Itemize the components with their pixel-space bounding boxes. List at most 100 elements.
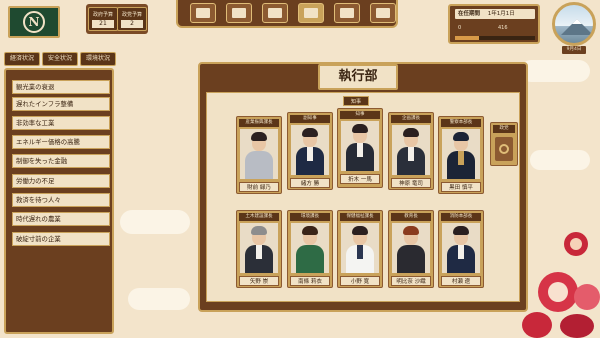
member-portrait: [341, 223, 379, 273]
cabinet-icon: [268, 8, 282, 18]
member-card[interactable]: 消防本部長 村瀬 遼: [438, 210, 484, 288]
tab-economy[interactable]: 経済状況: [4, 52, 40, 66]
member-role: 教育長: [391, 213, 431, 221]
chief-tag: 知事: [343, 96, 369, 106]
city-tool-button[interactable]: [190, 3, 216, 23]
portrait-shirt: [307, 147, 313, 161]
issue-item[interactable]: 非効率な工業: [12, 116, 110, 130]
member-portrait: [442, 223, 480, 273]
member-name: 神原 竜司: [391, 178, 431, 188]
party-budget-label: 政党予算: [121, 12, 142, 18]
term-value: 1年1月1日: [487, 11, 515, 17]
portrait-hair: [403, 226, 419, 235]
season-dial[interactable]: [552, 2, 596, 46]
portrait-hair: [352, 124, 368, 133]
tab-environment[interactable]: 環境状況: [80, 52, 116, 66]
term-progress-bar: [455, 36, 535, 40]
parliament-tool-button[interactable]: [226, 3, 252, 23]
term-panel: 在任期間 1年1月1日 0 416: [448, 4, 540, 44]
blossom-icon: [560, 314, 594, 338]
book-tool-button[interactable]: [370, 3, 396, 23]
cloud-decoration: [128, 288, 190, 310]
member-portrait: [291, 125, 329, 175]
emblem-icon: N: [23, 11, 45, 33]
cloud-decoration: [120, 210, 190, 234]
portrait-hair: [403, 128, 419, 137]
term-progress-fill: [455, 36, 479, 40]
book-icon: [376, 8, 390, 18]
prefecture-emblem[interactable]: N: [8, 6, 60, 38]
party-budget: 政党予算 2: [117, 7, 147, 31]
empty-slot: [495, 137, 513, 161]
cloud-decoration: [520, 60, 590, 82]
member-card[interactable]: 知事 折木 一馬: [337, 108, 383, 188]
blossom-center-icon: [570, 238, 582, 250]
portrait-body: [245, 151, 273, 179]
member-portrait: [240, 129, 278, 179]
portrait-badge: [458, 151, 464, 165]
member-card[interactable]: 副知事 緒方 勝: [287, 112, 333, 190]
member-name: 南條 莉衣: [290, 276, 330, 286]
issue-item[interactable]: 救済を待つ人々: [12, 193, 110, 207]
portrait-cap: [453, 132, 469, 141]
member-portrait: [442, 129, 480, 179]
member-portrait: [392, 125, 430, 175]
member-name: 明比奈 沙織: [391, 276, 431, 286]
issue-item[interactable]: 破綻寸前の企業: [12, 232, 110, 246]
portrait-body: [397, 245, 425, 273]
member-card[interactable]: 環境課長 南條 莉衣: [287, 210, 333, 288]
member-card[interactable]: 教育長 明比奈 沙織: [388, 210, 434, 288]
coin-icon: [340, 8, 354, 18]
party-slot-label: 政党: [493, 125, 515, 133]
tab-safety[interactable]: 安全状況: [42, 52, 78, 66]
portrait-body: [296, 245, 324, 273]
portrait-hair: [251, 132, 267, 141]
member-card[interactable]: 産業振興課長 財前 緑乃: [236, 116, 282, 194]
member-name: 折木 一馬: [340, 174, 380, 184]
member-name: 緒方 勝: [290, 178, 330, 188]
term-mini-left: 0: [458, 25, 462, 31]
issue-item[interactable]: エネルギー価格の高騰: [12, 135, 110, 149]
issue-item[interactable]: 時代遅れの農業: [12, 212, 110, 226]
member-role: 産業振興課長: [239, 119, 279, 127]
member-role: 環境課長: [290, 213, 330, 221]
portrait-hair: [251, 226, 267, 235]
empty-slot-icon: [499, 144, 509, 154]
member-card[interactable]: 保健福祉課長 小野 寛: [337, 210, 383, 288]
member-role: 知事: [340, 111, 380, 119]
season-date-label: 9月4日: [562, 46, 586, 54]
portrait-shirt: [256, 245, 262, 259]
government-budget: 政府予算 21: [88, 7, 118, 31]
member-card[interactable]: 警察本部長 黒田 慎平: [438, 116, 484, 194]
government-budget-label: 政府予算: [92, 12, 113, 18]
member-role: 保健福祉課長: [340, 213, 380, 221]
issue-item[interactable]: 制御を失った金融: [12, 154, 110, 168]
member-name: 小野 寛: [340, 276, 380, 286]
coin-tool-button[interactable]: [334, 3, 360, 23]
issue-item[interactable]: 労働力の不足: [12, 174, 110, 188]
member-name: 村瀬 遼: [441, 276, 481, 286]
member-card[interactable]: 土木建設課長 矢野 崇: [236, 210, 282, 288]
term-row: 在任期間 1年1月1日: [455, 9, 535, 19]
issue-item[interactable]: 観光業の衰退: [12, 80, 110, 94]
term-mini-right: 416: [498, 25, 508, 31]
executive-tool-button[interactable]: [298, 3, 324, 23]
issue-item[interactable]: 遅れたインフラ整備: [12, 97, 110, 111]
term-label: 在任期間: [458, 11, 481, 17]
member-portrait: [392, 223, 430, 273]
portrait-shirt: [357, 245, 363, 259]
member-portrait: [341, 121, 379, 171]
portrait-hair: [302, 128, 318, 137]
member-name: 財前 緑乃: [239, 182, 279, 192]
blossom-icon: [574, 284, 600, 310]
executive-icon: [304, 8, 318, 18]
cabinet-tool-button[interactable]: [262, 3, 288, 23]
blossom-icon: [522, 312, 552, 338]
cloud-decoration: [530, 150, 590, 170]
member-role: 企画課長: [391, 115, 431, 123]
portrait-hair: [453, 226, 469, 235]
party-slot[interactable]: 政党: [490, 122, 518, 166]
member-portrait: [240, 223, 278, 273]
member-card[interactable]: 企画課長 神原 竜司: [388, 112, 434, 190]
member-role: 警察本部長: [441, 119, 481, 127]
